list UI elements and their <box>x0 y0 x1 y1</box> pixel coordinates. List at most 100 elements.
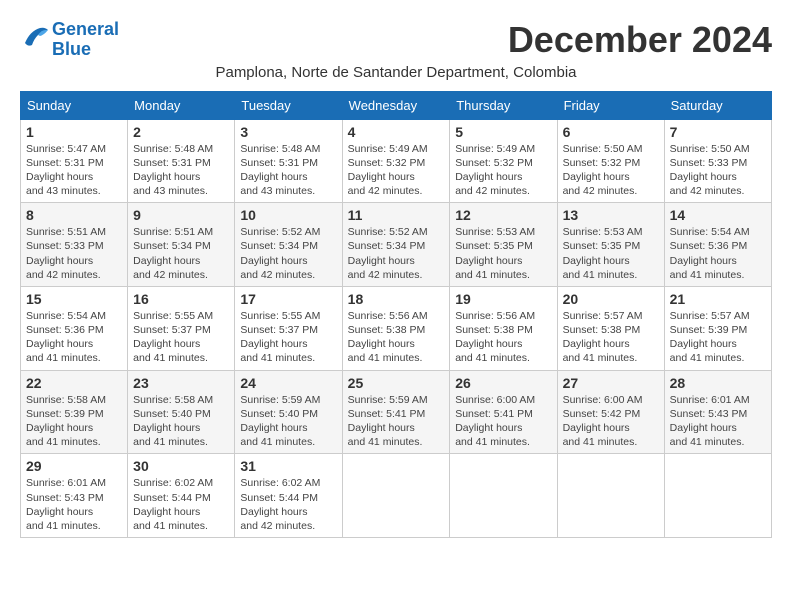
logo-icon <box>20 23 50 51</box>
list-item: 27 Sunrise: 6:00 AM Sunset: 5:42 PM Dayl… <box>557 370 664 454</box>
day-info: Sunrise: 5:58 AM Sunset: 5:40 PM Dayligh… <box>133 393 229 450</box>
col-thursday: Thursday <box>450 91 557 119</box>
day-info: Sunrise: 5:55 AM Sunset: 5:37 PM Dayligh… <box>133 309 229 366</box>
page-header: General Blue December 2024 <box>20 20 772 60</box>
day-info: Sunrise: 5:53 AM Sunset: 5:35 PM Dayligh… <box>563 225 659 282</box>
list-item: 25 Sunrise: 5:59 AM Sunset: 5:41 PM Dayl… <box>342 370 450 454</box>
title-section: December 2024 <box>508 20 772 60</box>
list-item: 10 Sunrise: 5:52 AM Sunset: 5:34 PM Dayl… <box>235 203 342 287</box>
col-monday: Monday <box>128 91 235 119</box>
list-item: 1 Sunrise: 5:47 AM Sunset: 5:31 PM Dayli… <box>21 119 128 203</box>
col-saturday: Saturday <box>664 91 771 119</box>
day-info: Sunrise: 5:57 AM Sunset: 5:38 PM Dayligh… <box>563 309 659 366</box>
list-item <box>342 454 450 538</box>
day-number: 16 <box>133 291 229 307</box>
table-row: 1 Sunrise: 5:47 AM Sunset: 5:31 PM Dayli… <box>21 119 772 203</box>
day-number: 4 <box>348 124 445 140</box>
list-item: 17 Sunrise: 5:55 AM Sunset: 5:37 PM Dayl… <box>235 286 342 370</box>
day-number: 14 <box>670 207 766 223</box>
col-tuesday: Tuesday <box>235 91 342 119</box>
list-item: 9 Sunrise: 5:51 AM Sunset: 5:34 PM Dayli… <box>128 203 235 287</box>
day-number: 15 <box>26 291 122 307</box>
day-info: Sunrise: 5:59 AM Sunset: 5:41 PM Dayligh… <box>348 393 445 450</box>
day-number: 25 <box>348 375 445 391</box>
day-number: 17 <box>240 291 336 307</box>
day-info: Sunrise: 6:02 AM Sunset: 5:44 PM Dayligh… <box>133 476 229 533</box>
list-item: 31 Sunrise: 6:02 AM Sunset: 5:44 PM Dayl… <box>235 454 342 538</box>
day-number: 12 <box>455 207 551 223</box>
list-item: 16 Sunrise: 5:55 AM Sunset: 5:37 PM Dayl… <box>128 286 235 370</box>
day-info: Sunrise: 5:49 AM Sunset: 5:32 PM Dayligh… <box>455 142 551 199</box>
table-row: 29 Sunrise: 6:01 AM Sunset: 5:43 PM Dayl… <box>21 454 772 538</box>
day-number: 26 <box>455 375 551 391</box>
day-number: 28 <box>670 375 766 391</box>
day-number: 22 <box>26 375 122 391</box>
day-number: 18 <box>348 291 445 307</box>
day-number: 23 <box>133 375 229 391</box>
col-wednesday: Wednesday <box>342 91 450 119</box>
list-item: 20 Sunrise: 5:57 AM Sunset: 5:38 PM Dayl… <box>557 286 664 370</box>
day-number: 21 <box>670 291 766 307</box>
day-info: Sunrise: 5:50 AM Sunset: 5:32 PM Dayligh… <box>563 142 659 199</box>
list-item <box>664 454 771 538</box>
list-item: 5 Sunrise: 5:49 AM Sunset: 5:32 PM Dayli… <box>450 119 557 203</box>
location-title: Pamplona, Norte de Santander Department,… <box>20 64 772 81</box>
day-info: Sunrise: 5:52 AM Sunset: 5:34 PM Dayligh… <box>348 225 445 282</box>
day-number: 27 <box>563 375 659 391</box>
list-item: 4 Sunrise: 5:49 AM Sunset: 5:32 PM Dayli… <box>342 119 450 203</box>
day-number: 10 <box>240 207 336 223</box>
day-info: Sunrise: 5:52 AM Sunset: 5:34 PM Dayligh… <box>240 225 336 282</box>
day-info: Sunrise: 5:51 AM Sunset: 5:33 PM Dayligh… <box>26 225 122 282</box>
list-item: 2 Sunrise: 5:48 AM Sunset: 5:31 PM Dayli… <box>128 119 235 203</box>
day-info: Sunrise: 5:54 AM Sunset: 5:36 PM Dayligh… <box>26 309 122 366</box>
list-item <box>450 454 557 538</box>
day-info: Sunrise: 6:02 AM Sunset: 5:44 PM Dayligh… <box>240 476 336 533</box>
list-item: 26 Sunrise: 6:00 AM Sunset: 5:41 PM Dayl… <box>450 370 557 454</box>
list-item: 24 Sunrise: 5:59 AM Sunset: 5:40 PM Dayl… <box>235 370 342 454</box>
day-info: Sunrise: 5:56 AM Sunset: 5:38 PM Dayligh… <box>348 309 445 366</box>
day-info: Sunrise: 5:58 AM Sunset: 5:39 PM Dayligh… <box>26 393 122 450</box>
list-item: 6 Sunrise: 5:50 AM Sunset: 5:32 PM Dayli… <box>557 119 664 203</box>
calendar-table: Sunday Monday Tuesday Wednesday Thursday… <box>20 91 772 538</box>
day-number: 20 <box>563 291 659 307</box>
list-item: 30 Sunrise: 6:02 AM Sunset: 5:44 PM Dayl… <box>128 454 235 538</box>
col-friday: Friday <box>557 91 664 119</box>
day-info: Sunrise: 6:00 AM Sunset: 5:42 PM Dayligh… <box>563 393 659 450</box>
logo-text: General <box>52 20 119 40</box>
day-number: 1 <box>26 124 122 140</box>
list-item: 7 Sunrise: 5:50 AM Sunset: 5:33 PM Dayli… <box>664 119 771 203</box>
list-item: 3 Sunrise: 5:48 AM Sunset: 5:31 PM Dayli… <box>235 119 342 203</box>
day-number: 29 <box>26 458 122 474</box>
day-number: 7 <box>670 124 766 140</box>
table-row: 8 Sunrise: 5:51 AM Sunset: 5:33 PM Dayli… <box>21 203 772 287</box>
day-number: 24 <box>240 375 336 391</box>
list-item: 19 Sunrise: 5:56 AM Sunset: 5:38 PM Dayl… <box>450 286 557 370</box>
day-info: Sunrise: 6:01 AM Sunset: 5:43 PM Dayligh… <box>26 476 122 533</box>
day-number: 9 <box>133 207 229 223</box>
day-number: 6 <box>563 124 659 140</box>
logo: General Blue <box>20 20 119 60</box>
list-item: 21 Sunrise: 5:57 AM Sunset: 5:39 PM Dayl… <box>664 286 771 370</box>
day-number: 13 <box>563 207 659 223</box>
table-row: 15 Sunrise: 5:54 AM Sunset: 5:36 PM Dayl… <box>21 286 772 370</box>
day-info: Sunrise: 5:49 AM Sunset: 5:32 PM Dayligh… <box>348 142 445 199</box>
day-info: Sunrise: 6:01 AM Sunset: 5:43 PM Dayligh… <box>670 393 766 450</box>
day-number: 2 <box>133 124 229 140</box>
day-number: 31 <box>240 458 336 474</box>
month-title: December 2024 <box>508 20 772 60</box>
day-info: Sunrise: 5:56 AM Sunset: 5:38 PM Dayligh… <box>455 309 551 366</box>
day-number: 19 <box>455 291 551 307</box>
col-sunday: Sunday <box>21 91 128 119</box>
day-info: Sunrise: 5:59 AM Sunset: 5:40 PM Dayligh… <box>240 393 336 450</box>
day-info: Sunrise: 5:53 AM Sunset: 5:35 PM Dayligh… <box>455 225 551 282</box>
day-number: 30 <box>133 458 229 474</box>
day-number: 11 <box>348 207 445 223</box>
day-info: Sunrise: 5:50 AM Sunset: 5:33 PM Dayligh… <box>670 142 766 199</box>
list-item: 29 Sunrise: 6:01 AM Sunset: 5:43 PM Dayl… <box>21 454 128 538</box>
list-item: 11 Sunrise: 5:52 AM Sunset: 5:34 PM Dayl… <box>342 203 450 287</box>
day-info: Sunrise: 5:55 AM Sunset: 5:37 PM Dayligh… <box>240 309 336 366</box>
day-info: Sunrise: 5:54 AM Sunset: 5:36 PM Dayligh… <box>670 225 766 282</box>
day-number: 8 <box>26 207 122 223</box>
logo-text2: Blue <box>52 40 119 60</box>
day-info: Sunrise: 5:57 AM Sunset: 5:39 PM Dayligh… <box>670 309 766 366</box>
